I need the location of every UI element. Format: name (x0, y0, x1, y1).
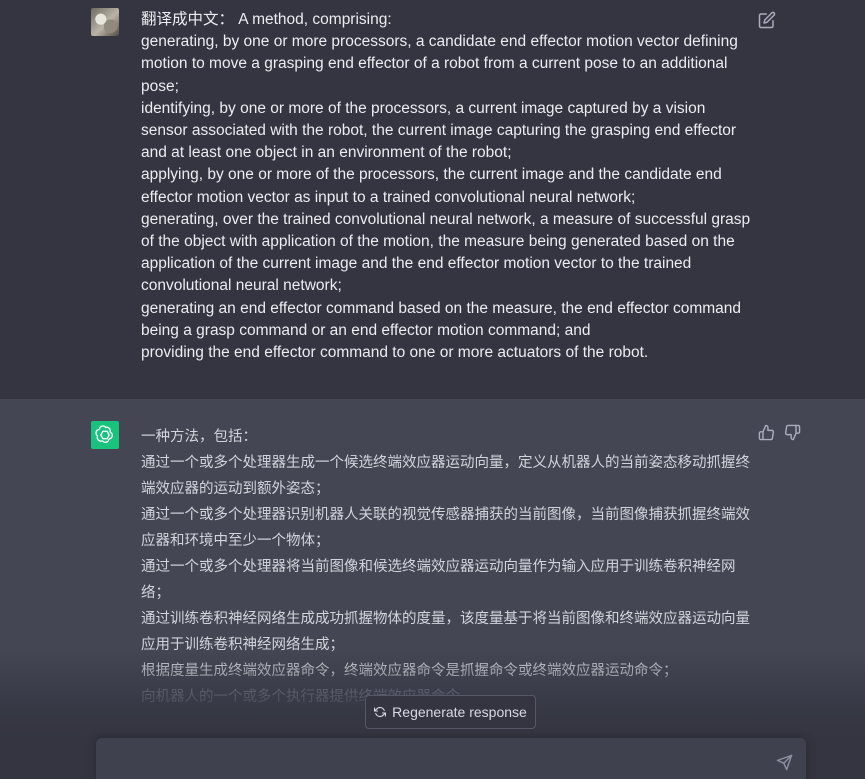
refresh-icon (374, 706, 387, 718)
regenerate-label: Regenerate response (392, 704, 527, 720)
assistant-message-line: 通过一个或多个处理器生成一个候选终端效应器运动向量，定义从机器人的当前姿态移动抓… (141, 455, 750, 497)
assistant-message-line: 通过训练卷积神经网络生成成功抓握物体的度量，该度量基于将当前图像和终端效应器运动… (141, 611, 750, 653)
assistant-message-line: 根据度量生成终端效应器命令，终端效应器命令是抓握命令或终端效应器运动命令； (141, 663, 678, 679)
assistant-message-line: 通过一个或多个处理器识别机器人关联的视觉传感器捕获的当前图像，当前图像捕获抓握终… (141, 507, 750, 549)
thumbs-down-icon[interactable] (784, 424, 802, 442)
user-message-line: generating, over the trained convolution… (141, 210, 751, 295)
assistant-message-line: 通过一个或多个处理器将当前图像和候选终端效应器运动向量作为输入应用于训练卷积神经… (141, 559, 736, 601)
user-message-line: generating, by one or more processors, a… (141, 33, 738, 95)
assistant-message-line: 一种方法，包括： (141, 429, 257, 445)
user-message-line: 翻译成中文： A method, comprising: (141, 11, 392, 28)
user-message-line: generating an end effector command based… (141, 299, 742, 339)
user-avatar (91, 8, 119, 36)
assistant-message-text: 一种方法，包括： 通过一个或多个处理器生成一个候选终端效应器运动向量，定义从机器… (141, 424, 751, 710)
user-message-line: identifying, by one or more of the proce… (141, 99, 737, 162)
user-message-line: applying, by one or more of the processo… (141, 166, 722, 206)
user-message-text: 翻译成中文： A method, comprising: generating,… (141, 9, 751, 364)
edit-icon[interactable] (758, 11, 776, 29)
thumbs-up-icon[interactable] (758, 424, 776, 442)
send-icon[interactable] (776, 754, 794, 772)
user-message-line: providing the end effector command to on… (141, 344, 649, 362)
regenerate-response-button[interactable]: Regenerate response (365, 695, 536, 729)
openai-logo-icon (91, 421, 119, 449)
chat-window: 翻译成中文： A method, comprising: generating,… (0, 0, 865, 779)
message-input[interactable] (96, 738, 806, 779)
